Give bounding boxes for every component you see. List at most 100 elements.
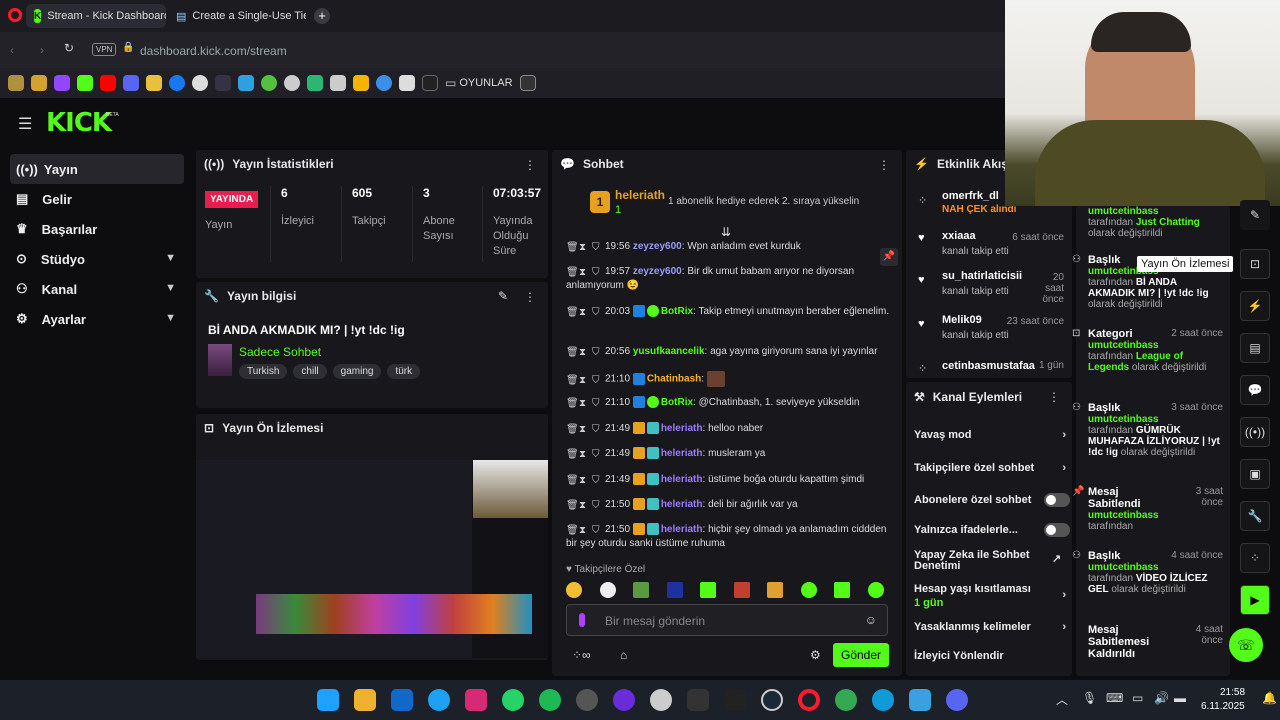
opera-taskbar-icon[interactable] (798, 689, 820, 711)
timeout-icon[interactable]: ⧗ (579, 346, 589, 358)
chat-tools-icon[interactable]: ⁘∞ (572, 648, 591, 662)
trash-icon[interactable]: 🗑 (566, 474, 579, 486)
shield-icon[interactable]: ⛉ (592, 499, 602, 511)
battery-icon[interactable]: ▬ (1174, 691, 1186, 705)
bookmark-icon[interactable] (146, 75, 162, 91)
discord-taskbar-icon[interactable] (946, 689, 968, 711)
bookmark-icon[interactable] (519, 75, 536, 91)
scroll-down-icon[interactable]: ⇊ (721, 225, 731, 239)
sidebar-item-kanal[interactable]: ⚇ Kanal ▼ (10, 274, 184, 304)
chat-user[interactable]: heleriath (661, 423, 703, 434)
forward-icon[interactable]: › (40, 43, 44, 57)
log-user[interactable]: umutcetinbass (1088, 340, 1223, 351)
chat-user[interactable]: zeyzey600 (633, 266, 682, 277)
mic-icon[interactable] (579, 613, 585, 627)
chat-user[interactable]: Chatinbash (647, 374, 701, 385)
bookmark-icon[interactable] (284, 75, 300, 91)
timeout-icon[interactable]: ⧗ (579, 306, 589, 318)
stream-preview-video[interactable] (196, 460, 548, 658)
youtube-icon[interactable] (100, 75, 116, 91)
clock-time[interactable]: 21:58 (1220, 687, 1245, 698)
gift-tool-button[interactable]: ⁘ (1240, 543, 1270, 573)
more-icon[interactable]: ⋮ (1048, 390, 1060, 404)
new-tab-button[interactable]: + (314, 8, 330, 24)
epic-games-icon[interactable] (724, 689, 746, 711)
app-icon[interactable] (613, 689, 635, 711)
emote-icon[interactable] (867, 582, 884, 598)
chat-user[interactable]: heleriath (661, 499, 703, 510)
emote-icon[interactable] (566, 582, 582, 598)
bookmark-folder[interactable]: OYUNLAR (459, 77, 512, 89)
timeout-icon[interactable]: ⧗ (579, 423, 589, 435)
emotes-only-toggle[interactable] (1044, 523, 1070, 537)
clock-date[interactable]: 6.11.2025 (1201, 701, 1245, 712)
trash-icon[interactable]: 🗑 (566, 499, 579, 511)
sidebar-item-gelir[interactable]: ▤ Gelir (10, 184, 184, 214)
emote-icon[interactable] (633, 582, 650, 598)
emote-icon[interactable] (800, 582, 817, 598)
shield-icon[interactable]: ⛉ (592, 374, 602, 386)
subscribers-only-toggle[interactable] (1044, 493, 1070, 507)
store-icon[interactable]: ⌂ (620, 648, 627, 662)
more-icon[interactable]: ⋮ (878, 158, 890, 172)
chat-user[interactable]: BotRix (661, 397, 693, 408)
wrench-tool-button[interactable]: 🔧 (1240, 501, 1270, 531)
chat-user[interactable]: BotRix (661, 306, 693, 317)
tab-kick-dashboard[interactable]: K Stream - Kick Dashboard (26, 4, 166, 28)
sidebar-item-studyo[interactable]: ⊙ Stüdyo ▼ (10, 244, 184, 274)
bookmark-icon[interactable] (330, 75, 346, 91)
chat-user[interactable]: zeyzey600 (633, 241, 682, 252)
trash-icon[interactable]: 🗑 (566, 266, 579, 278)
shield-icon[interactable]: ⛉ (592, 423, 602, 435)
log-user[interactable]: umutcetinbass (1088, 510, 1223, 521)
timeout-icon[interactable]: ⧗ (579, 448, 589, 460)
chat-user[interactable]: heleriath (661, 524, 703, 535)
trash-icon[interactable]: 🗑 (566, 306, 579, 318)
bookmark-icon[interactable] (399, 75, 415, 91)
mic-tray-icon[interactable]: 🎙 (1082, 691, 1097, 705)
log-user[interactable]: umutcetinbass (1088, 206, 1223, 217)
emote-icon[interactable] (767, 582, 784, 598)
log-user[interactable]: umutcetinbass (1088, 562, 1223, 573)
action-account-age[interactable]: Hesap yaşı kısıtlaması 1 gün › (914, 583, 1066, 609)
layout-tool-button[interactable]: ▣ (1240, 459, 1270, 489)
chat-user[interactable]: yusufkaancelik (633, 346, 705, 357)
shield-icon[interactable]: ⛉ (592, 346, 602, 358)
tab-create-tier[interactable]: ▤ Create a Single-Use Tier L (168, 4, 306, 28)
bookmark-icon[interactable] (422, 75, 438, 91)
bookmark-icon[interactable] (353, 75, 369, 91)
chat-tool-button[interactable]: 💬 (1240, 375, 1270, 405)
url-text[interactable]: dashboard.kick.com/stream (140, 44, 287, 58)
app-icon[interactable] (576, 689, 598, 711)
chat-user[interactable]: heleriath (661, 448, 703, 459)
opera-icon[interactable] (8, 8, 22, 22)
shield-icon[interactable]: ⛉ (592, 241, 602, 253)
tray-chevron-icon[interactable]: ︿ (1056, 691, 1068, 708)
instagram-icon[interactable] (465, 689, 487, 711)
shield-icon[interactable]: ⛉ (592, 266, 602, 278)
network-icon[interactable]: ▭ (1132, 691, 1143, 705)
action-emotes-only[interactable]: Yalnızca ifadelerle... (914, 523, 1070, 537)
timeout-icon[interactable]: ⧗ (579, 266, 589, 278)
action-ai-moderation[interactable]: Yapay Zeka ile Sohbet Denetimi ↗ (914, 550, 1061, 572)
emote-icon[interactable] (733, 582, 750, 598)
top-gifter-name[interactable]: heleriath (615, 188, 665, 202)
log-tool-button[interactable]: ▤ (1240, 333, 1270, 363)
twitter-icon[interactable] (428, 689, 450, 711)
timeout-icon[interactable]: ⧗ (579, 374, 589, 386)
back-icon[interactable]: ‹ (10, 43, 14, 57)
bookmark-icon[interactable] (31, 75, 47, 91)
outlook-icon[interactable] (391, 689, 413, 711)
whatsapp-icon[interactable] (502, 689, 524, 711)
chrome-icon[interactable] (835, 689, 857, 711)
more-icon[interactable]: ⋮ (524, 158, 536, 172)
edge-icon[interactable] (872, 689, 894, 711)
bookmark-icon[interactable] (8, 75, 24, 91)
menu-icon[interactable]: ☰ (18, 114, 32, 134)
clip-tool-button[interactable]: ▶ (1240, 585, 1270, 615)
action-banned-words[interactable]: Yasaklanmış kelimeler › (914, 621, 1066, 633)
edit-icon[interactable]: ✎ (498, 289, 508, 303)
emote-icon[interactable] (834, 582, 851, 598)
app-icon[interactable] (650, 689, 672, 711)
reload-icon[interactable]: ↻ (64, 41, 74, 55)
